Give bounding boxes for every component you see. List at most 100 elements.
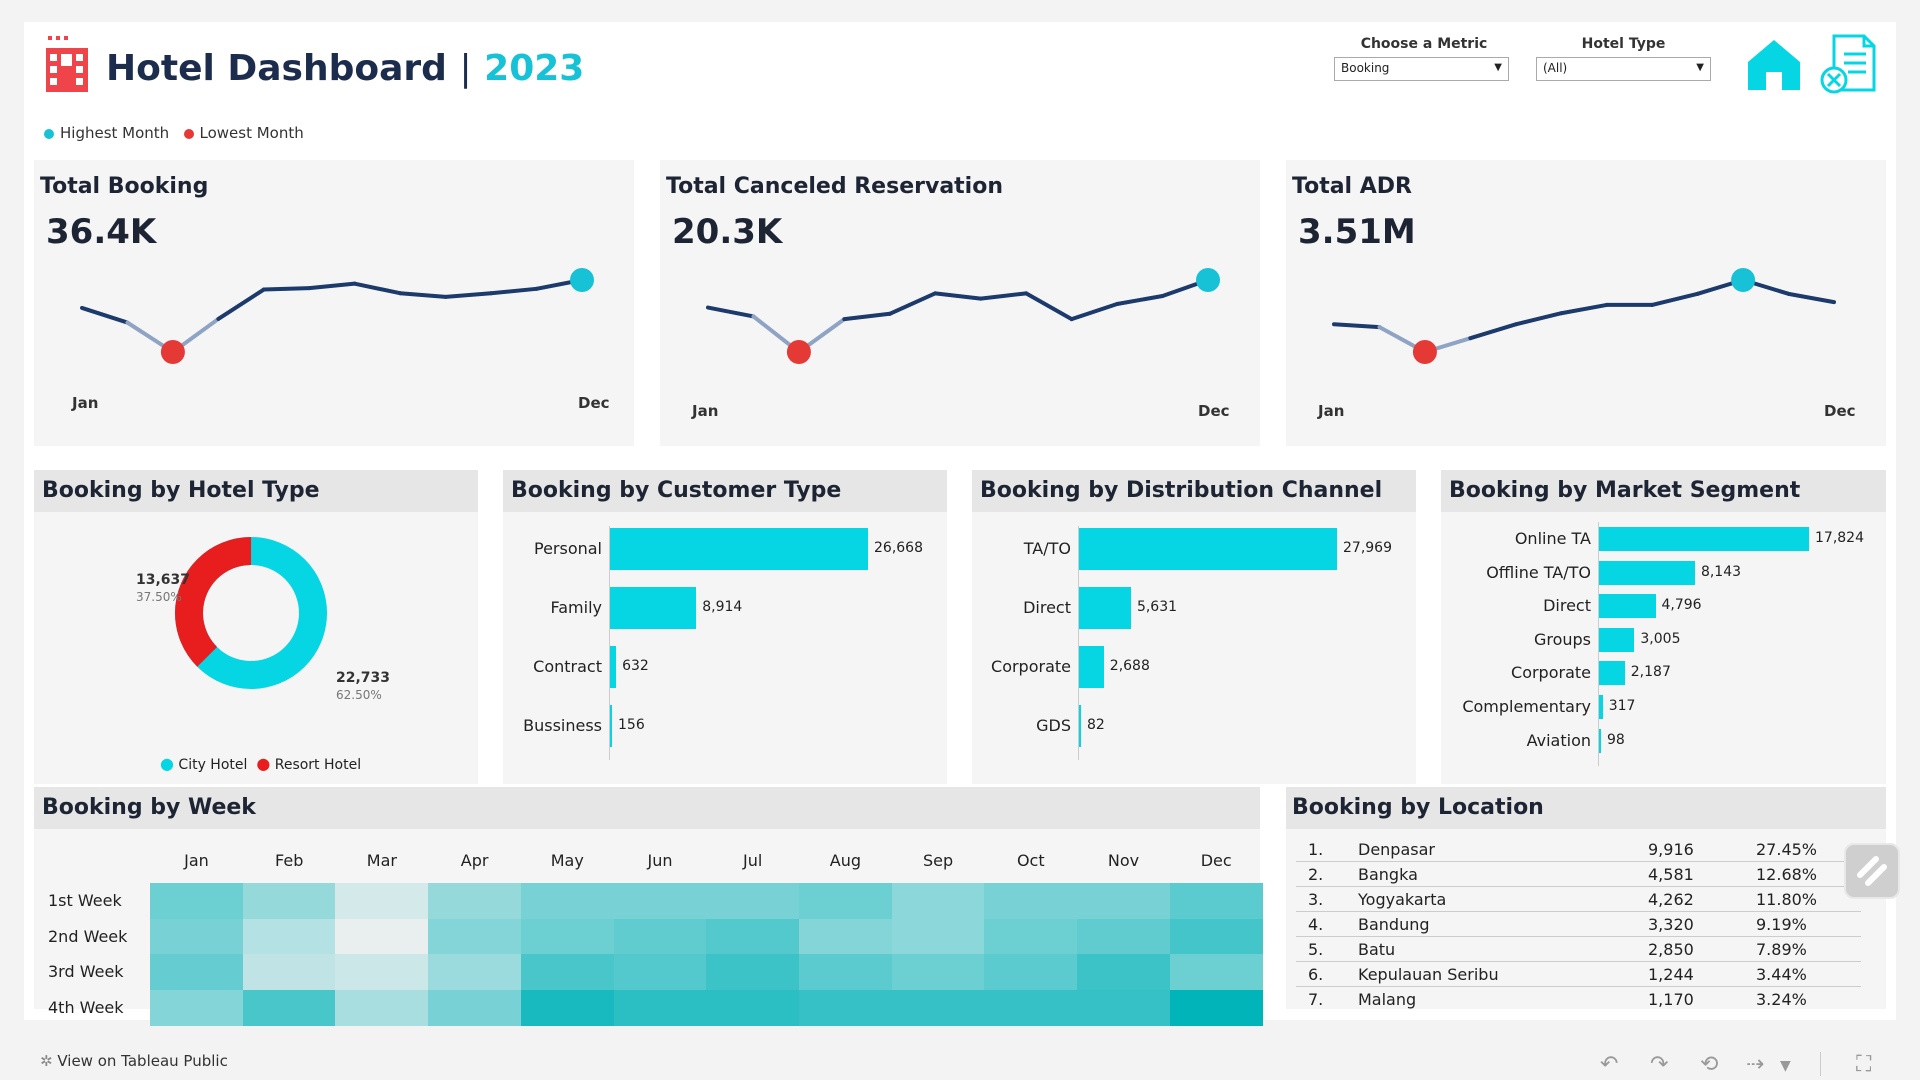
bar[interactable] xyxy=(1599,627,1635,652)
location-row[interactable]: 1. Denpasar 9,916 27.45% xyxy=(1296,837,1861,862)
hotel-type-select[interactable]: (All) ▼ xyxy=(1536,57,1711,81)
bar[interactable] xyxy=(1599,661,1625,686)
heatmap-cell[interactable] xyxy=(706,954,800,990)
sparkline-segment xyxy=(1513,311,1564,327)
heatmap-cell[interactable] xyxy=(706,989,800,1026)
location-row[interactable]: 6. Kepulauan Seribu 1,244 3.44% xyxy=(1296,962,1861,987)
heatmap-cell[interactable] xyxy=(1077,883,1171,919)
heatmap-cell[interactable] xyxy=(1077,918,1171,955)
heatmap-cell[interactable] xyxy=(242,954,336,990)
heatmap-cell[interactable] xyxy=(335,918,429,955)
heatmap-cell[interactable] xyxy=(613,954,707,990)
heatmap-cell[interactable] xyxy=(428,954,522,990)
bar-value: 156 xyxy=(618,717,645,733)
location-row[interactable]: 3. Yogyakarta 4,262 11.80% xyxy=(1296,887,1861,912)
refresh-icon[interactable]: ⇢ xyxy=(1746,1052,1764,1077)
heatmap-cell[interactable] xyxy=(428,918,522,955)
location-row[interactable]: 5. Batu 2,850 7.89% xyxy=(1296,937,1861,962)
bar[interactable] xyxy=(1599,527,1809,551)
heatmap-cell[interactable] xyxy=(613,883,707,919)
heatmap-cell[interactable] xyxy=(613,989,707,1026)
heatmap-cell[interactable] xyxy=(891,883,985,919)
heatmap-cell[interactable] xyxy=(150,954,244,990)
home-icon[interactable] xyxy=(1744,34,1804,94)
refresh-dropdown-icon[interactable]: ▼ xyxy=(1780,1058,1791,1074)
location-rank: 5. xyxy=(1308,940,1324,959)
heatmap-cell[interactable] xyxy=(891,918,985,955)
bar[interactable] xyxy=(1079,528,1337,570)
bar-value: 27,969 xyxy=(1343,540,1392,556)
metric-select[interactable]: Booking ▼ xyxy=(1334,57,1509,81)
view-on-tableau-link[interactable]: ✲ View on Tableau Public xyxy=(40,1052,228,1070)
heatmap-cell[interactable] xyxy=(706,918,800,955)
redo-icon[interactable]: ↷ xyxy=(1650,1052,1668,1077)
location-row[interactable]: 4. Bandung 3,320 9.19% xyxy=(1296,912,1861,937)
bar[interactable] xyxy=(1079,646,1104,688)
heatmap-cell[interactable] xyxy=(150,883,244,919)
bar-value: 8,143 xyxy=(1700,563,1742,580)
heatmap-cell[interactable] xyxy=(1169,918,1263,955)
heatmap-cell[interactable] xyxy=(1169,989,1263,1026)
heatmap-cell[interactable] xyxy=(242,989,336,1026)
heatmap-cell[interactable] xyxy=(520,883,614,919)
heatmap-cell[interactable] xyxy=(798,954,893,990)
fullscreen-icon[interactable]: ⛶ xyxy=(1856,1052,1871,1077)
heatmap-cell[interactable] xyxy=(706,883,800,919)
undo-icon[interactable]: ↶ xyxy=(1600,1052,1618,1077)
heatmap-cell[interactable] xyxy=(150,989,244,1026)
bar[interactable] xyxy=(610,646,617,688)
location-row[interactable]: 2. Bangka 4,581 12.68% xyxy=(1296,862,1861,887)
bar[interactable] xyxy=(1599,560,1695,585)
report-cancel-icon[interactable] xyxy=(1818,32,1880,96)
location-name: Batu xyxy=(1358,940,1396,959)
heatmap-cell[interactable] xyxy=(242,883,336,919)
heatmap-cell[interactable] xyxy=(335,954,429,990)
heatmap-cell[interactable] xyxy=(984,954,1078,990)
heatmap-cell[interactable] xyxy=(613,918,707,955)
heatmap-cell[interactable] xyxy=(891,954,985,990)
bar-label: Offline TA/TO xyxy=(1486,562,1591,582)
heatmap-cell[interactable] xyxy=(1077,989,1171,1026)
kpi-start-label: Jan xyxy=(72,394,99,412)
heatmap-cell[interactable] xyxy=(891,989,985,1026)
heatmap-cell[interactable] xyxy=(984,883,1078,919)
heatmap-cell[interactable] xyxy=(428,883,522,919)
bar[interactable] xyxy=(610,705,612,747)
heatmap-cell[interactable] xyxy=(428,989,522,1026)
heatmap-cell[interactable] xyxy=(335,989,429,1026)
heatmap-cell[interactable] xyxy=(150,918,244,955)
kpi-panel-canceled: Total Canceled Reservation 20.3K Jan Dec xyxy=(660,160,1260,446)
location-row[interactable]: 7. Malang 1,170 3.24% xyxy=(1296,987,1861,1009)
bar[interactable] xyxy=(1079,587,1131,629)
heatmap-cell[interactable] xyxy=(798,989,893,1026)
heatmap-cell[interactable] xyxy=(798,918,893,955)
location-pct: 27.45% xyxy=(1756,840,1818,859)
location-name: Yogyakarta xyxy=(1358,890,1447,909)
kpi-end-label: Dec xyxy=(1824,402,1856,420)
heatmap-cell[interactable] xyxy=(520,918,614,955)
kpi-start-label: Jan xyxy=(692,402,719,420)
hotel-type-panel: Booking by Hotel Type 13,637 37.50% 22,7… xyxy=(34,470,478,784)
revert-icon[interactable]: ⟲ xyxy=(1700,1052,1718,1077)
location-table[interactable]: 1. Denpasar 9,916 27.45% 2. Bangka 4,581 12.68%… xyxy=(1286,837,1886,1009)
heatmap-cell[interactable] xyxy=(984,989,1078,1026)
bar[interactable] xyxy=(1599,594,1656,619)
bar[interactable] xyxy=(1599,695,1603,719)
bar[interactable] xyxy=(610,528,868,570)
bar[interactable] xyxy=(1599,728,1601,753)
bar[interactable] xyxy=(1079,705,1081,747)
heatmap-cell[interactable] xyxy=(1077,954,1171,990)
heatmap-cell[interactable] xyxy=(798,883,893,919)
location-name: Bangka xyxy=(1358,865,1418,884)
scroll-handle[interactable] xyxy=(1844,843,1900,899)
bar[interactable] xyxy=(610,587,697,629)
heatmap-cell[interactable] xyxy=(242,918,336,955)
heatmap-cell[interactable] xyxy=(1169,954,1263,990)
heatmap-cell[interactable] xyxy=(984,918,1078,955)
heatmap-cell[interactable] xyxy=(520,954,614,990)
sparkline-segment xyxy=(398,291,448,299)
heatmap-cell[interactable] xyxy=(520,989,614,1026)
heatmap-cell[interactable] xyxy=(1169,883,1263,919)
location-pct: 9.19% xyxy=(1756,915,1807,934)
heatmap-cell[interactable] xyxy=(335,883,429,919)
